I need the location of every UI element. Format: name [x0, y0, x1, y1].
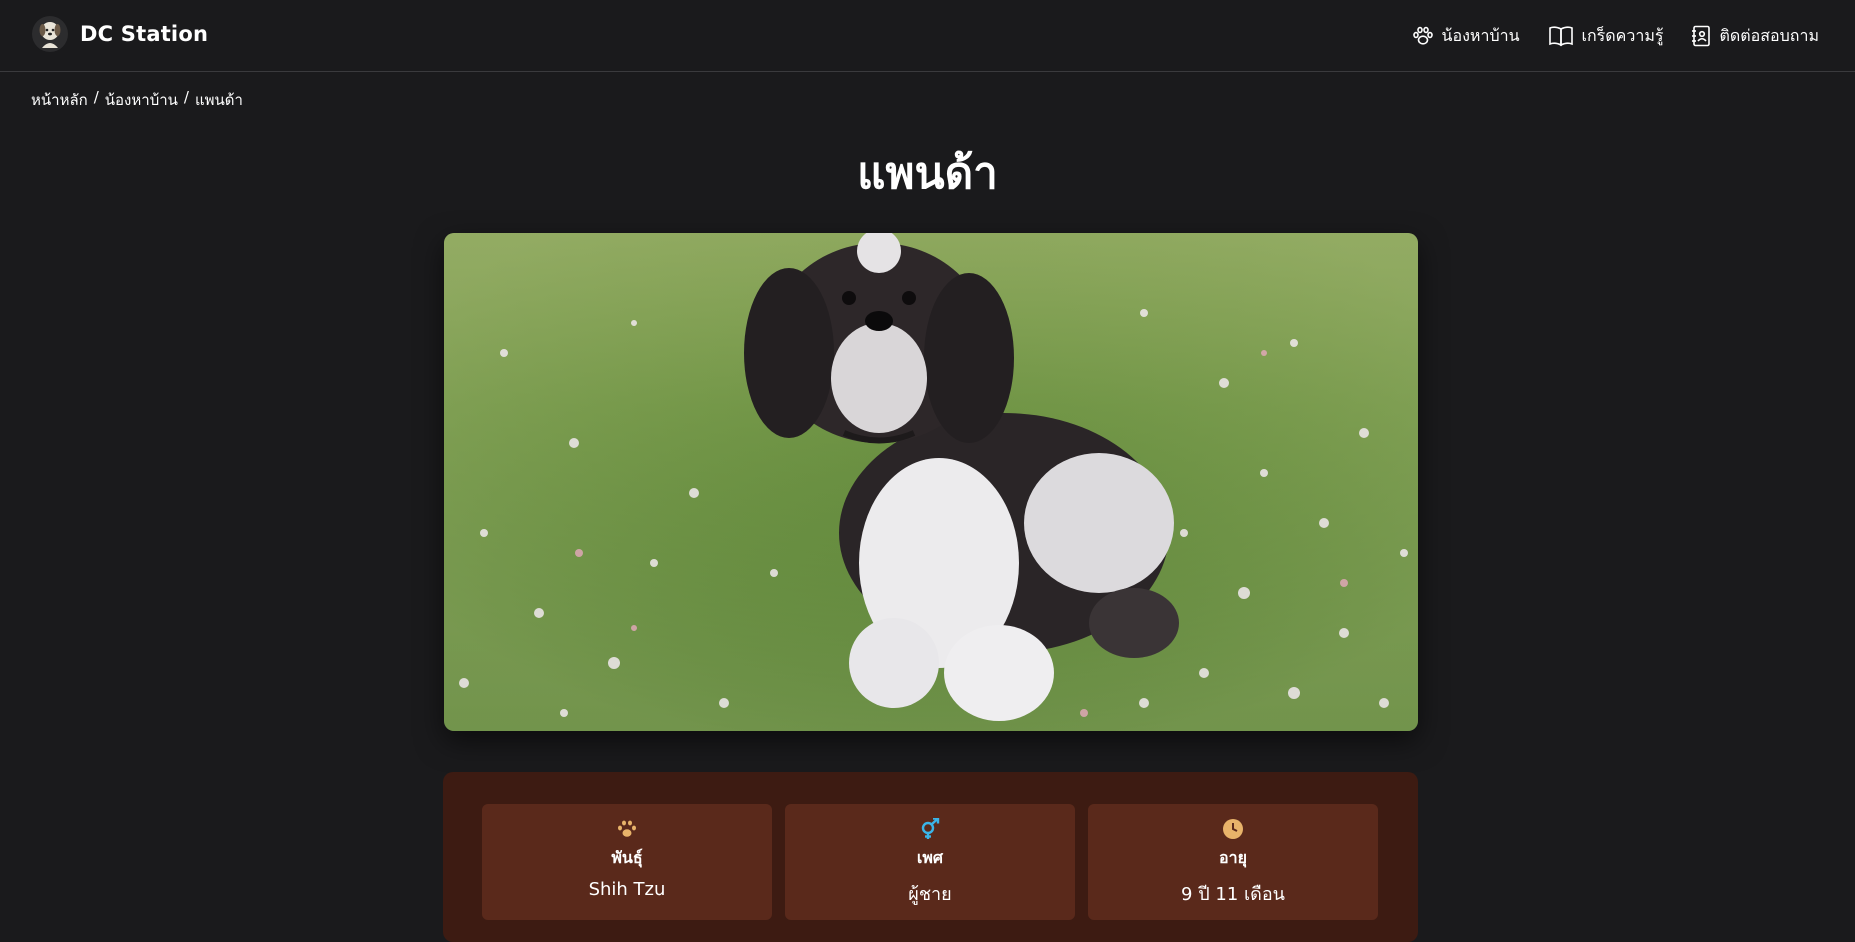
- breadcrumb-adopt[interactable]: น้องหาบ้าน: [105, 88, 178, 112]
- nav-label-contact: ติดต่อสอบถาม: [1719, 25, 1819, 45]
- dog-photo-image: [444, 233, 1418, 731]
- breed-tile: พันธุ์ Shih Tzu: [482, 804, 772, 920]
- top-navbar: DC Station น้องหาบ้าน เกร็ดความรู้ ติดต่…: [0, 0, 1855, 72]
- contact-book-icon: [1691, 25, 1711, 47]
- gender-label: เพศ: [916, 848, 944, 867]
- nav-item-contact[interactable]: ติดต่อสอบถาม: [1691, 24, 1819, 49]
- gender-value: ผู้ชาย: [908, 884, 952, 905]
- pet-info-card: พันธุ์ Shih Tzu เพศ ผู้ชาย อายุ 9 ปี 11 …: [443, 772, 1418, 942]
- paw-icon: [616, 818, 638, 840]
- brand-home-link[interactable]: DC Station: [32, 14, 208, 54]
- breed-label: พันธุ์: [611, 848, 643, 867]
- paw-icon: [1412, 26, 1434, 46]
- breadcrumb-separator: /: [93, 88, 99, 106]
- gender-icon: [918, 818, 942, 840]
- main-nav: น้องหาบ้าน เกร็ดความรู้ ติดต่อสอบถาม: [1412, 20, 1819, 52]
- nav-label-adopt: น้องหาบ้าน: [1441, 25, 1520, 45]
- book-icon: [1548, 25, 1574, 47]
- nav-label-knowledge: เกร็ดความรู้: [1581, 25, 1664, 45]
- age-tile: อายุ 9 ปี 11 เดือน: [1088, 804, 1378, 920]
- nav-item-knowledge[interactable]: เกร็ดความรู้: [1548, 24, 1664, 49]
- breadcrumb-current: แพนด้า: [194, 91, 243, 109]
- pet-photo: [444, 233, 1418, 731]
- gender-tile: เพศ ผู้ชาย: [785, 804, 1075, 920]
- age-label: อายุ: [1219, 848, 1247, 867]
- breadcrumb-separator: /: [183, 88, 189, 106]
- breadcrumb: หน้าหลัก / น้องหาบ้าน / แพนด้า: [31, 88, 243, 112]
- dog-logo-icon: [32, 16, 68, 52]
- breed-value: Shih Tzu: [588, 879, 666, 900]
- page-title: แพนด้า: [857, 148, 998, 199]
- age-value: 9 ปี 11 เดือน: [1181, 884, 1285, 905]
- breadcrumb-home[interactable]: หน้าหลัก: [31, 88, 88, 112]
- nav-item-adopt[interactable]: น้องหาบ้าน: [1412, 24, 1520, 49]
- clock-icon: [1222, 818, 1244, 840]
- brand-name: DC Station: [80, 22, 209, 46]
